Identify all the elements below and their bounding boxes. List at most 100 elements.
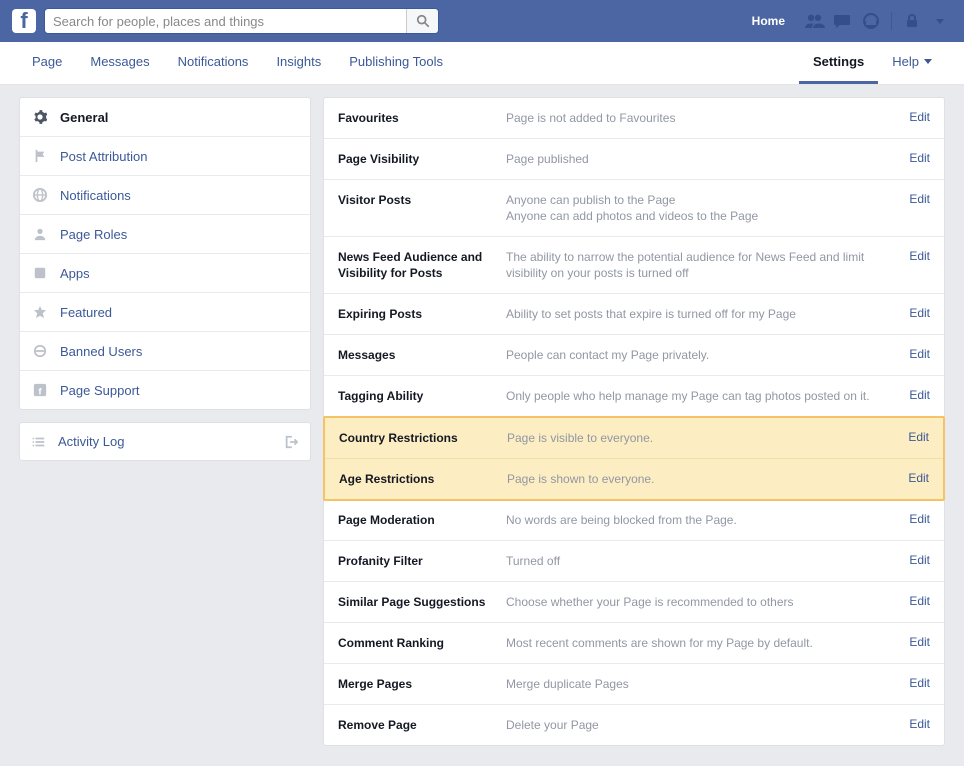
setting-row-profanity-filter: Profanity Filter Turned off Edit (324, 541, 944, 582)
chevron-down-icon (936, 19, 944, 24)
page-tabs: Page Messages Notifications Insights Pub… (0, 42, 964, 85)
setting-row-similar-page-suggestions: Similar Page Suggestions Choose whether … (324, 582, 944, 623)
list-icon (32, 435, 46, 449)
facebook-square-icon: f (32, 382, 48, 398)
setting-row-favourites: Favourites Page is not added to Favourit… (324, 98, 944, 139)
home-link[interactable]: Home (742, 14, 795, 28)
setting-desc: No words are being blocked from the Page… (506, 512, 899, 528)
top-icons (803, 9, 952, 33)
setting-desc: Page is not added to Favourites (506, 110, 899, 126)
sidebar-item-page-support[interactable]: f Page Support (20, 371, 310, 409)
sidebar-activity-label: Activity Log (58, 434, 124, 449)
notifications-icon[interactable] (859, 9, 883, 33)
settings-panel: Favourites Page is not added to Favourit… (323, 97, 945, 746)
account-menu-button[interactable] (928, 9, 952, 33)
tab-settings[interactable]: Settings (799, 42, 878, 84)
sidebar-item-apps[interactable]: Apps (20, 254, 310, 293)
sidebar-item-label: Page Roles (60, 227, 127, 242)
app-icon (32, 265, 48, 281)
setting-label: Page Visibility (338, 151, 506, 167)
edit-link[interactable]: Edit (899, 553, 930, 567)
tab-notifications[interactable]: Notifications (164, 42, 263, 84)
sidebar-item-post-attribution[interactable]: Post Attribution (20, 137, 310, 176)
privacy-shortcuts-icon[interactable] (900, 9, 924, 33)
topbar: f Home (0, 0, 964, 42)
setting-label: Page Moderation (338, 512, 506, 528)
sidebar-item-label: Apps (60, 266, 90, 281)
search-button[interactable] (406, 9, 438, 33)
tab-messages[interactable]: Messages (76, 42, 163, 84)
sidebar-item-label: Notifications (60, 188, 131, 203)
sidebar-item-label: General (60, 110, 108, 125)
setting-label: Expiring Posts (338, 306, 506, 322)
flag-icon (32, 148, 48, 164)
search-icon (416, 14, 430, 28)
setting-label: Tagging Ability (338, 388, 506, 404)
exit-icon (284, 435, 298, 449)
setting-label: Profanity Filter (338, 553, 506, 569)
setting-label: News Feed Audience and Visibility for Po… (338, 249, 506, 281)
setting-desc: Merge duplicate Pages (506, 676, 899, 692)
edit-link[interactable]: Edit (899, 192, 930, 206)
setting-row-country-restrictions: Country Restrictions Page is visible to … (325, 418, 943, 459)
friend-requests-icon[interactable] (803, 9, 827, 33)
messages-icon[interactable] (831, 9, 855, 33)
highlighted-settings: Country Restrictions Page is visible to … (323, 416, 945, 501)
search-container (44, 8, 439, 34)
tab-help-label: Help (892, 54, 919, 69)
sidebar-item-label: Post Attribution (60, 149, 147, 164)
setting-desc: Choose whether your Page is recommended … (506, 594, 899, 610)
tab-insights[interactable]: Insights (262, 42, 335, 84)
edit-link[interactable]: Edit (899, 110, 930, 124)
setting-row-news-feed-audience: News Feed Audience and Visibility for Po… (324, 237, 944, 294)
setting-label: Remove Page (338, 717, 506, 733)
sidebar-item-banned-users[interactable]: Banned Users (20, 332, 310, 371)
sidebar-activity-log[interactable]: Activity Log (19, 422, 311, 461)
tab-publishing-tools[interactable]: Publishing Tools (335, 42, 457, 84)
edit-link[interactable]: Edit (898, 430, 929, 444)
setting-desc: People can contact my Page privately. (506, 347, 899, 363)
setting-row-visitor-posts: Visitor Posts Anyone can publish to the … (324, 180, 944, 237)
edit-link[interactable]: Edit (899, 347, 930, 361)
edit-link[interactable]: Edit (899, 512, 930, 526)
edit-link[interactable]: Edit (899, 717, 930, 731)
tab-help[interactable]: Help (878, 42, 946, 84)
gear-icon (32, 109, 48, 125)
setting-row-remove-page: Remove Page Delete your Page Edit (324, 705, 944, 745)
setting-label: Merge Pages (338, 676, 506, 692)
edit-link[interactable]: Edit (898, 471, 929, 485)
sidebar-item-featured[interactable]: Featured (20, 293, 310, 332)
sidebar-item-notifications[interactable]: Notifications (20, 176, 310, 215)
setting-desc: Anyone can publish to the Page Anyone ca… (506, 192, 899, 224)
sidebar-item-page-roles[interactable]: Page Roles (20, 215, 310, 254)
edit-link[interactable]: Edit (899, 594, 930, 608)
setting-row-merge-pages: Merge Pages Merge duplicate Pages Edit (324, 664, 944, 705)
ban-icon (32, 343, 48, 359)
setting-label: Age Restrictions (339, 471, 507, 487)
search-input[interactable] (45, 9, 406, 33)
setting-label: Similar Page Suggestions (338, 594, 506, 610)
facebook-logo[interactable]: f (12, 9, 36, 33)
sidebar-panel: General Post Attribution Notifications P… (19, 97, 311, 410)
setting-label: Visitor Posts (338, 192, 506, 208)
tab-page[interactable]: Page (18, 42, 76, 84)
sidebar: General Post Attribution Notifications P… (19, 97, 311, 746)
sidebar-item-general[interactable]: General (20, 98, 310, 137)
setting-desc: Ability to set posts that expire is turn… (506, 306, 899, 322)
content: General Post Attribution Notifications P… (9, 97, 955, 766)
setting-label: Favourites (338, 110, 506, 126)
setting-desc: The ability to narrow the potential audi… (506, 249, 899, 281)
setting-row-tagging-ability: Tagging Ability Only people who help man… (324, 376, 944, 417)
chevron-down-icon (924, 59, 932, 64)
edit-link[interactable]: Edit (899, 388, 930, 402)
setting-desc: Page published (506, 151, 899, 167)
edit-link[interactable]: Edit (899, 151, 930, 165)
edit-link[interactable]: Edit (899, 676, 930, 690)
setting-label: Comment Ranking (338, 635, 506, 651)
edit-link[interactable]: Edit (899, 306, 930, 320)
setting-row-messages: Messages People can contact my Page priv… (324, 335, 944, 376)
sidebar-item-label: Banned Users (60, 344, 142, 359)
sidebar-item-label: Featured (60, 305, 112, 320)
edit-link[interactable]: Edit (899, 249, 930, 263)
edit-link[interactable]: Edit (899, 635, 930, 649)
